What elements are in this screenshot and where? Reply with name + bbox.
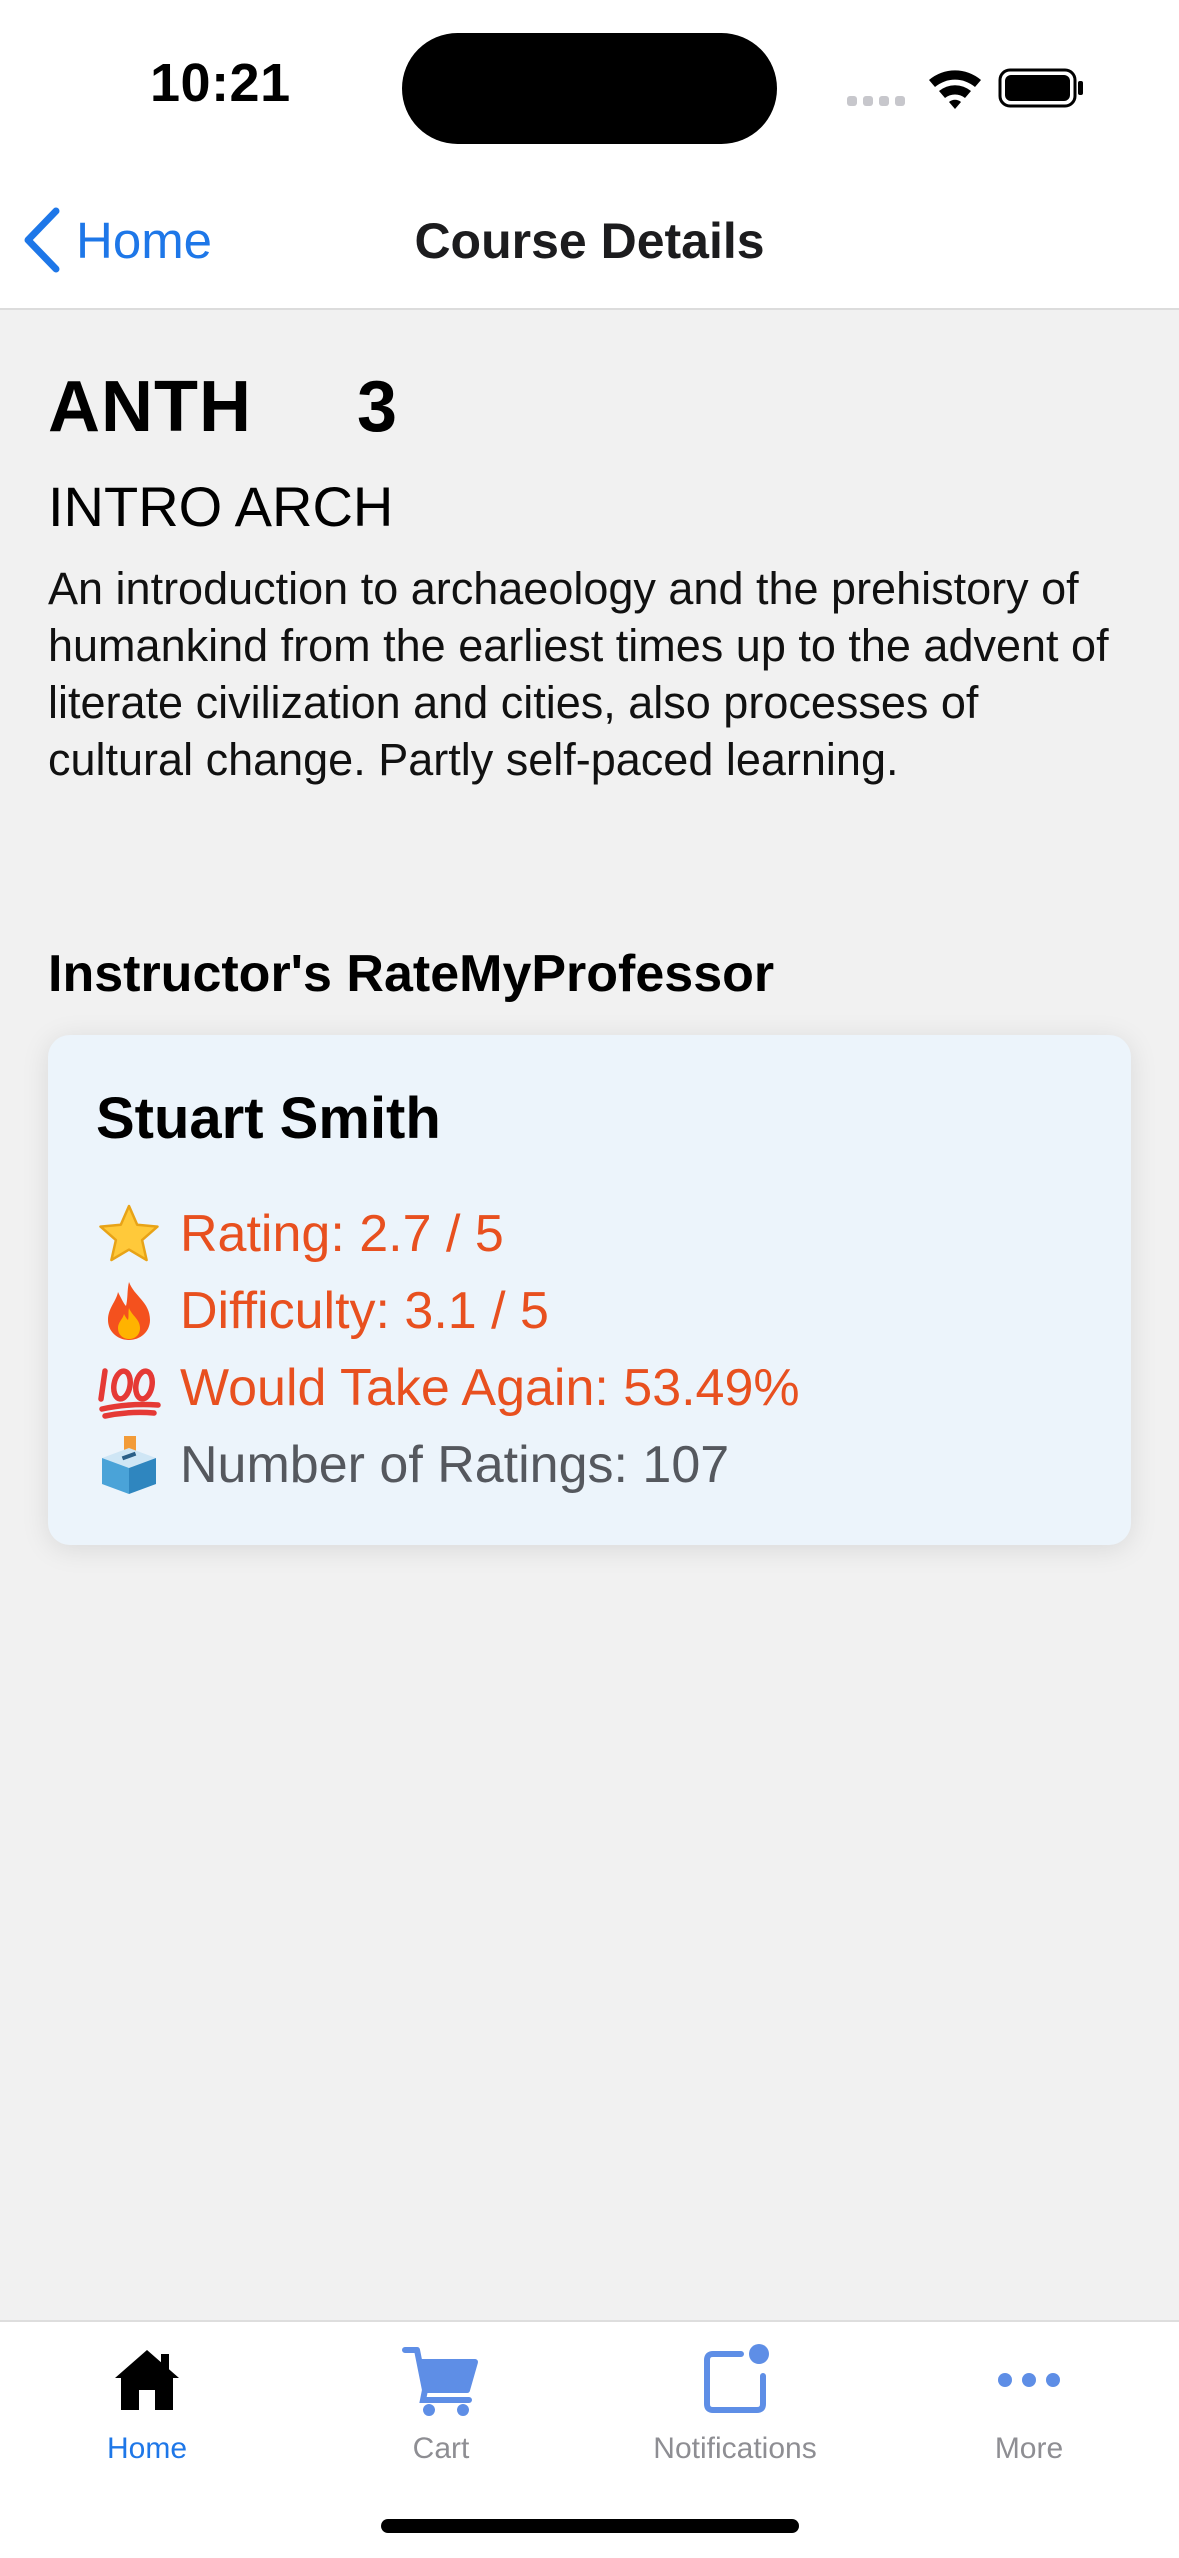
tab-notifications-label: Notifications (653, 2432, 817, 2465)
difficulty-text: Difficulty: 3.1 / 5 (180, 1282, 549, 1340)
page-title: Course Details (414, 213, 765, 269)
tab-cart[interactable]: Cart (294, 2340, 588, 2500)
would-take-again-row: Would Take Again: 53.49% (96, 1355, 800, 1421)
status-time: 10:21 (150, 53, 291, 113)
status-icons (847, 68, 1083, 109)
instructor-section-heading: Instructor's RateMyProfessor (48, 945, 775, 1003)
tab-more[interactable]: More (882, 2340, 1176, 2500)
course-name: INTRO ARCH (48, 475, 394, 538)
dynamic-island (402, 33, 777, 144)
tab-cart-label: Cart (412, 2432, 470, 2465)
battery-icon (998, 68, 1083, 108)
house-icon (115, 2350, 179, 2410)
home-indicator (381, 2519, 799, 2533)
course-number: 3 (357, 367, 399, 447)
rating-row: Rating: 2.7 / 5 (96, 1201, 504, 1267)
star-icon (99, 1204, 159, 1262)
number-of-ratings-row: Number of Ratings: 107 (96, 1432, 729, 1498)
course-description: An introduction to archaeology and the p… (48, 563, 1109, 785)
fire-icon (108, 1282, 150, 1340)
cart-icon (402, 2347, 478, 2416)
tab-bar: Home Cart Notifications More (0, 2320, 1179, 2558)
ballot-box-icon (102, 1436, 156, 1494)
would-take-again-text: Would Take Again: 53.49% (180, 1359, 800, 1417)
navigation-bar: Home Course Details (0, 170, 1179, 310)
rating-text: Rating: 2.7 / 5 (180, 1205, 504, 1263)
notification-icon (704, 2344, 769, 2413)
tab-home[interactable]: Home (0, 2340, 294, 2500)
course-subject: ANTH (48, 367, 252, 447)
tab-more-label: More (994, 2432, 1064, 2465)
course-code: ANTH 3 (48, 366, 398, 448)
tab-home-label: Home (106, 2432, 188, 2465)
number-of-ratings-text: Number of Ratings: 107 (180, 1436, 730, 1494)
instructor-name: Stuart Smith (96, 1086, 441, 1151)
instructor-card: Stuart Smith Rating: 2.7 / 5 Difficulty:… (48, 1035, 1131, 1545)
tab-notifications[interactable]: Notifications (588, 2340, 882, 2500)
more-icon (998, 2373, 1060, 2387)
hundred-points-icon (98, 1368, 161, 1419)
status-bar: 10:21 (0, 0, 1179, 170)
difficulty-row: Difficulty: 3.1 / 5 (96, 1278, 549, 1344)
cellular-signal-icon (847, 96, 905, 106)
wifi-icon (929, 70, 981, 109)
